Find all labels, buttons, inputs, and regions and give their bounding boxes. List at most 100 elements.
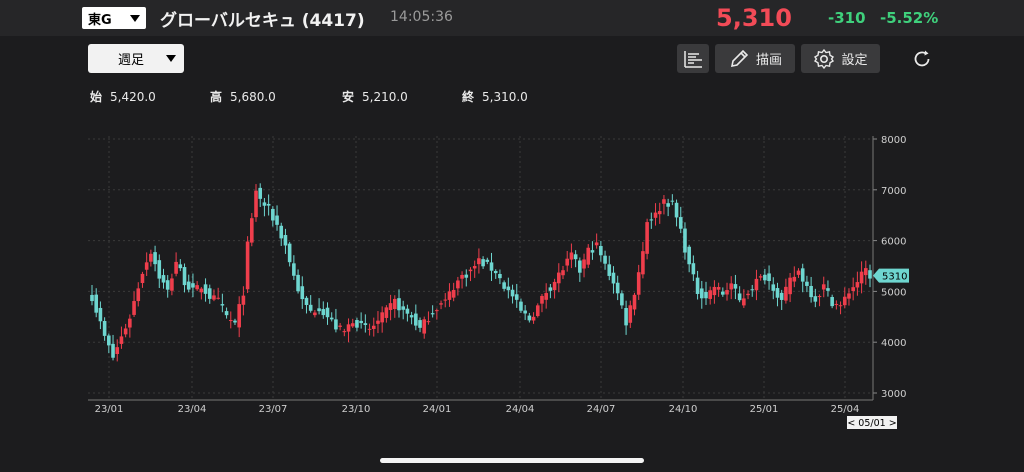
candle-body [733, 284, 738, 289]
draw-button[interactable]: 描画 [715, 44, 795, 73]
candle-body [535, 305, 540, 317]
x-tick-label: 24/10 [669, 404, 698, 415]
candle-body [178, 264, 183, 269]
candle-body [569, 252, 574, 260]
candle-body [628, 305, 633, 323]
candle-body [460, 274, 464, 279]
candle-body [228, 320, 233, 322]
open-value: 5,420.0 [110, 90, 156, 104]
candle-body [405, 308, 410, 314]
candle-body [666, 203, 670, 207]
candle-body [514, 294, 519, 300]
candle-body [325, 307, 330, 318]
candle-body [834, 303, 839, 305]
candle-body [111, 343, 115, 358]
candle-body [170, 278, 174, 291]
period-select[interactable]: 週足 [88, 44, 184, 73]
candle-body [414, 313, 418, 326]
price-change: -310 [828, 9, 866, 27]
candle-body [498, 273, 502, 279]
draw-label: 描画 [755, 53, 782, 68]
candle-body [510, 289, 515, 297]
settings-label: 設定 [841, 53, 868, 68]
candle-body [636, 272, 641, 295]
pencil-icon [730, 49, 749, 67]
candle-body [657, 211, 662, 215]
candle-body [144, 262, 149, 270]
candle-body [212, 295, 216, 300]
candle-body [716, 287, 721, 290]
candle-body [678, 217, 683, 229]
indicator-list-button[interactable] [677, 44, 709, 73]
home-indicator[interactable] [380, 458, 644, 463]
candle-body [199, 288, 204, 293]
candle-body [472, 265, 477, 269]
x-tick-label: 24/01 [423, 404, 452, 415]
candle-body [367, 328, 372, 330]
candle-body [851, 287, 855, 291]
refresh-button[interactable] [908, 46, 936, 72]
chevron-down-icon [130, 14, 140, 22]
last-price-label: 5310 [882, 272, 907, 283]
candlestick-chart[interactable]: 8000 7000 6000 5000 4000 3000 23/01 23/04 23/07 2… [0, 128, 1024, 438]
close-value: 5,310.0 [482, 90, 528, 104]
candle-body [607, 264, 612, 276]
candle-body [296, 274, 300, 292]
candle-body [540, 295, 544, 304]
candle-body [94, 294, 99, 313]
candle-body [401, 306, 405, 310]
close-label: 終 [462, 90, 475, 104]
candle-body [754, 278, 759, 291]
candle-body [392, 298, 397, 310]
candle-body [338, 325, 342, 327]
candle-body [800, 268, 805, 282]
low-value: 5,210.0 [362, 90, 408, 104]
candle-body [565, 258, 570, 266]
candle-body [203, 284, 208, 294]
candle-body [632, 294, 637, 310]
candle-body [649, 219, 654, 221]
x-tick-label: 24/07 [587, 404, 616, 415]
candle-body [557, 272, 561, 284]
candle-body [805, 281, 809, 286]
candle-body [254, 190, 258, 218]
y-tick-label: 6000 [881, 237, 906, 248]
candle-body [342, 331, 347, 333]
x-tick-label: 23/01 [95, 404, 124, 415]
candle-body [573, 254, 578, 260]
high-label: 高 [210, 90, 223, 104]
candle-body [838, 305, 843, 307]
candle-body [376, 320, 380, 324]
candle-body [90, 294, 94, 302]
candle-body [788, 277, 792, 295]
candle-body [662, 199, 666, 204]
ohlc-high: 高 5,680.0 [210, 88, 276, 105]
x-tick-label: 25/04 [831, 404, 860, 415]
candle-body [363, 323, 368, 325]
candle-body [548, 287, 553, 291]
candle-body [334, 319, 338, 330]
candle-body [182, 267, 187, 286]
candle-body [859, 271, 864, 284]
candle-body [132, 301, 136, 315]
candle-body [561, 270, 565, 276]
market-select[interactable]: 東G [82, 7, 146, 29]
candle-body [149, 253, 153, 262]
settings-button[interactable]: 設定 [801, 44, 880, 73]
candle-body [174, 261, 178, 274]
header-bar: 東G グローバルセキュ (4417) 14:05:36 5,310 -310 -… [0, 0, 1024, 36]
candle-body [611, 272, 616, 284]
cursor-date-label: < 05/01 > [847, 418, 896, 429]
candle-body [115, 347, 120, 355]
candle-body [123, 328, 128, 335]
candle-body [409, 315, 414, 318]
candle-body [704, 291, 708, 299]
candle-body [418, 320, 422, 328]
candle-body [279, 225, 284, 239]
candle-body [308, 304, 313, 311]
candle-body [842, 296, 847, 306]
open-label: 始 [90, 90, 103, 104]
candle-body [750, 289, 755, 291]
y-tick-label: 7000 [881, 186, 906, 197]
candle-body [241, 295, 246, 305]
